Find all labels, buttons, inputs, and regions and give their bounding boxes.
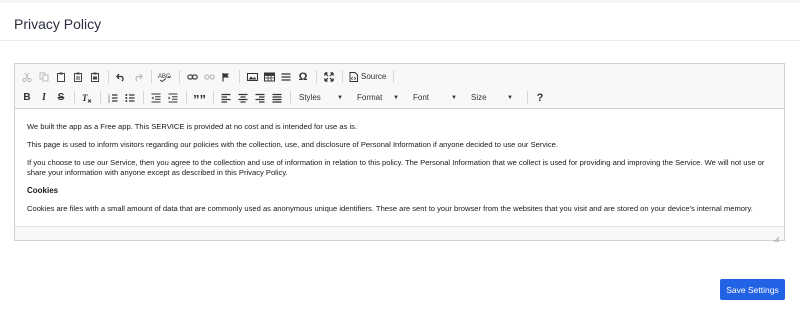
save-settings-button[interactable]: Save Settings [720,279,785,300]
toolbar-separator [393,70,395,83]
toolbar-separator [213,91,214,104]
copy-icon[interactable] [36,69,52,85]
special-char-icon[interactable]: Ω [295,69,311,85]
source-label: Source [361,72,387,81]
section-heading: Cookies [27,186,59,195]
source-button[interactable]: Source [347,69,388,85]
toolbar-separator [143,91,144,104]
align-justify-icon[interactable] [269,90,285,106]
toolbar-separator [100,91,101,104]
remove-format-icon[interactable]: T [79,90,95,106]
toolbar-separator [151,70,152,83]
toolbar-separator [179,70,180,83]
chevron-down-icon: ▼ [451,94,457,101]
paragraph: This page is used to inform visitors reg… [27,140,558,149]
unlink-icon[interactable] [201,69,217,85]
rich-text-editor: ABC Ω Source B I S T 1 2 3 ”” Styles ▼ F… [14,63,785,243]
toolbar-separator [74,91,75,104]
redo-icon[interactable] [130,69,146,85]
maximize-icon[interactable] [321,69,337,85]
bulleted-list-icon[interactable] [122,90,138,106]
align-right-icon[interactable] [252,90,268,106]
toolbar-separator [342,70,343,83]
privacy-policy-card: Privacy Policy ABC Ω Source B I S T 1 2 … [0,3,800,315]
toolbar-row-2: B I S T 123 ”” Styles ▼ Format ▼ Font ▼ … [19,88,784,107]
undo-icon[interactable] [113,69,129,85]
toolbar-row-1: ABC Ω Source [19,67,784,86]
numbered-list-icon[interactable]: 123 [105,90,121,106]
resize-handle-icon[interactable] [772,230,780,243]
chevron-down-icon: ▼ [337,94,343,101]
size-label: Size [471,93,487,102]
svg-text:3: 3 [108,99,110,103]
outdent-icon[interactable] [148,90,164,106]
table-icon[interactable] [261,69,277,85]
toolbar-separator [239,70,240,83]
help-button[interactable]: ? [532,90,548,106]
paste-icon[interactable] [53,69,69,85]
paragraph: Cookies are files with a small amount of… [27,204,753,213]
toolbar-separator [108,70,109,83]
editor-status-bar [15,226,784,243]
toolbar-separator [186,91,187,104]
toolbar-separator [290,91,291,104]
anchor-icon[interactable] [218,69,234,85]
toolbar-separator [316,70,317,83]
paste-word-icon[interactable] [87,69,103,85]
editor-toolbar: ABC Ω Source B I S T 1 2 3 ”” Styles ▼ F… [15,64,784,109]
toolbar-separator [527,91,528,104]
horizontal-line-icon[interactable] [278,69,294,85]
align-left-icon[interactable] [218,90,234,106]
strikethrough-button[interactable]: S [53,90,69,106]
bold-button[interactable]: B [19,90,35,106]
indent-icon[interactable] [165,90,181,106]
page-title: Privacy Policy [14,16,102,32]
align-center-icon[interactable] [235,90,251,106]
image-icon[interactable] [244,69,260,85]
styles-dropdown[interactable]: Styles ▼ [295,90,347,105]
card-header: Privacy Policy [0,3,800,41]
italic-button[interactable]: I [36,90,52,106]
size-dropdown[interactable]: Size ▼ [467,90,517,105]
format-dropdown[interactable]: Format ▼ [353,90,403,105]
chevron-down-icon: ▼ [393,94,399,101]
spellcheck-icon[interactable]: ABC [156,69,174,85]
svg-text:T: T [82,93,88,103]
cut-icon[interactable] [19,69,35,85]
chevron-down-icon: ▼ [507,94,513,101]
blockquote-button[interactable]: ”” [191,90,208,106]
editor-content[interactable]: We built the app as a Free app. This SER… [15,109,784,227]
format-label: Format [357,93,383,102]
font-dropdown[interactable]: Font ▼ [409,90,461,105]
source-icon [349,71,358,82]
paragraph: If you choose to use our Service, then y… [27,158,765,177]
styles-label: Styles [299,93,321,102]
paste-text-icon[interactable] [70,69,86,85]
font-label: Font [413,93,430,102]
link-icon[interactable] [184,69,200,85]
paragraph: We built the app as a Free app. This SER… [27,122,358,131]
